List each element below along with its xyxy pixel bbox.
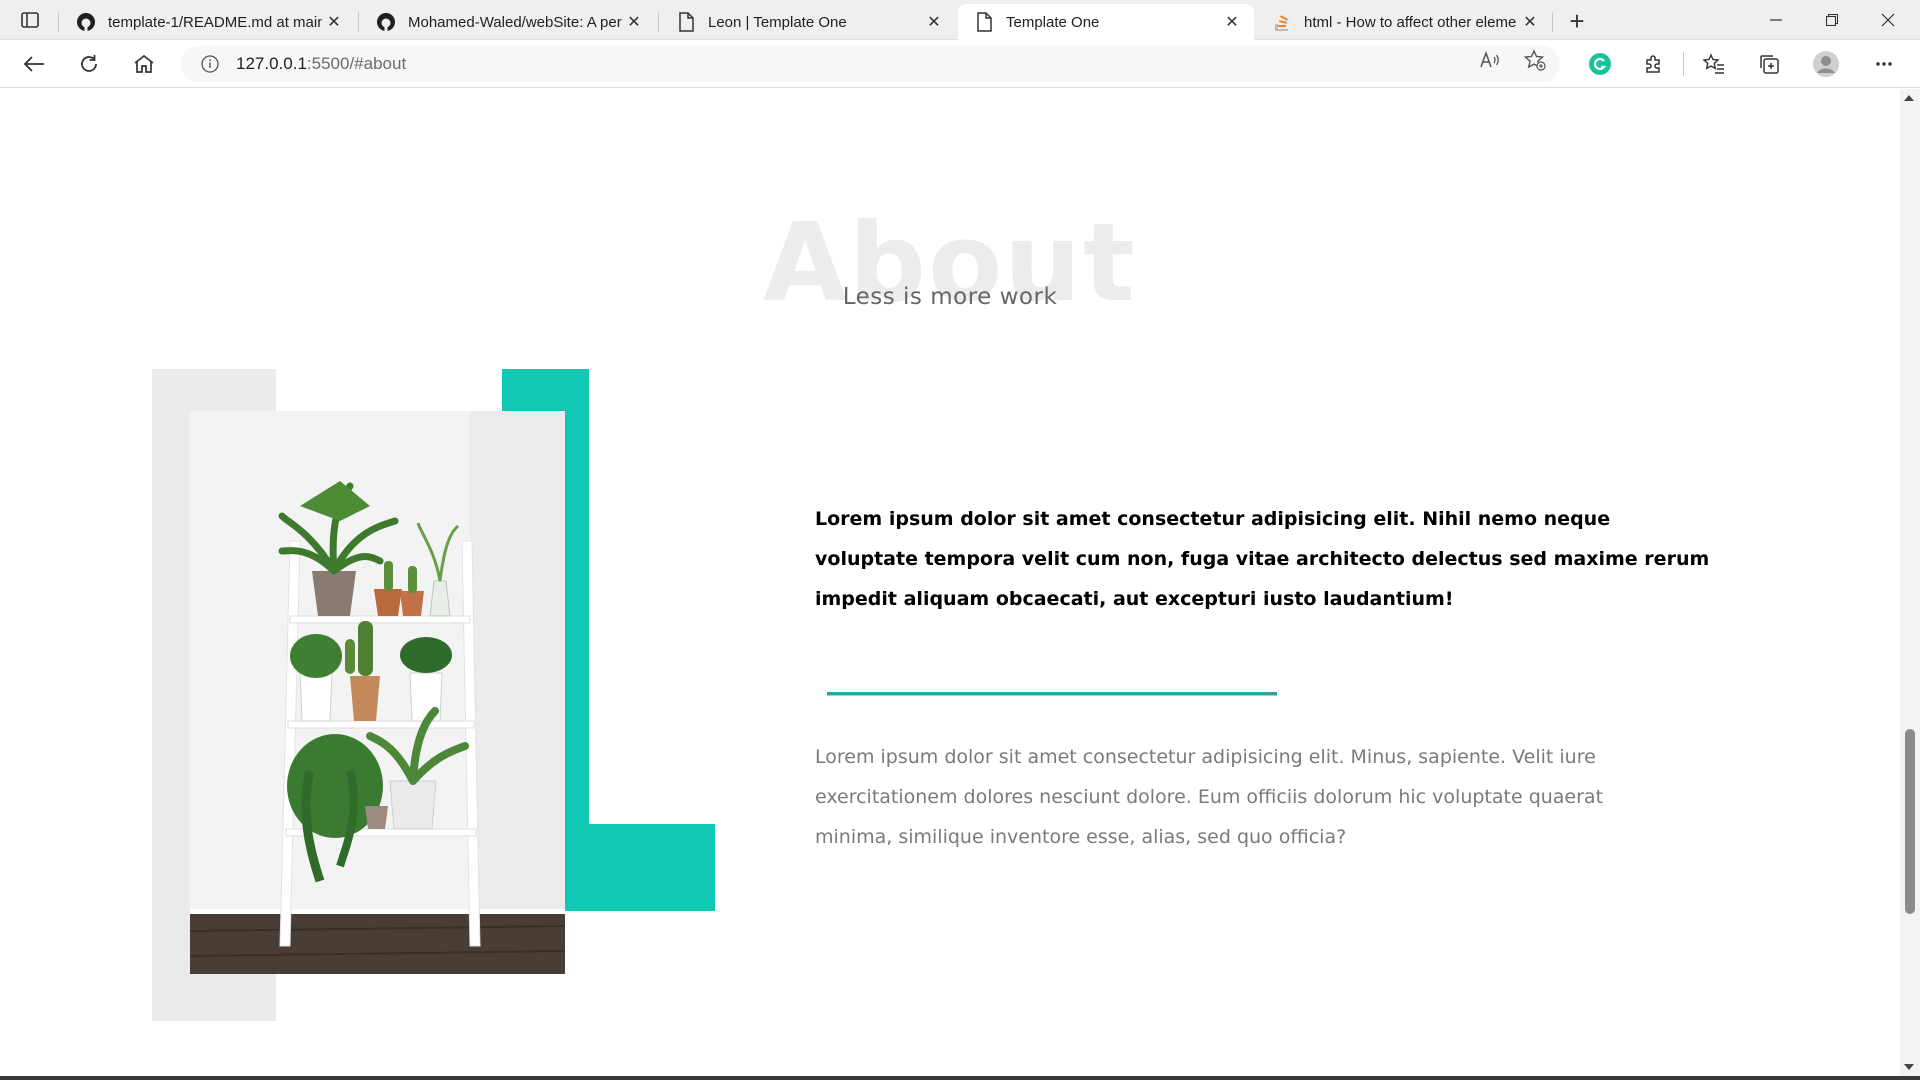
tab-stackoverflow[interactable]: html - How to affect other eleme ✕ bbox=[1256, 4, 1552, 40]
favorites-icon[interactable] bbox=[1700, 50, 1728, 78]
more-options-icon[interactable] bbox=[1870, 50, 1898, 78]
tab-separator bbox=[1552, 12, 1553, 32]
back-arrow-icon[interactable] bbox=[18, 48, 50, 80]
page-scrollbar[interactable] bbox=[1900, 89, 1920, 1076]
tab-separator bbox=[58, 12, 59, 32]
tab-readme[interactable]: template-1/README.md at main ✕ bbox=[60, 4, 356, 40]
read-aloud-icon[interactable] bbox=[1478, 48, 1502, 72]
close-icon[interactable]: ✕ bbox=[1518, 10, 1542, 34]
plants-ladder-image bbox=[190, 411, 565, 974]
home-icon[interactable] bbox=[128, 48, 160, 80]
site-info-icon[interactable] bbox=[200, 54, 220, 74]
tab-title: Mohamed-Waled/webSite: A per bbox=[408, 13, 622, 31]
url-host: 127.0.0.1 bbox=[236, 54, 307, 73]
github-icon bbox=[376, 12, 396, 32]
tab-website-repo[interactable]: Mohamed-Waled/webSite: A per ✕ bbox=[360, 4, 656, 40]
address-bar[interactable]: 127.0.0.1:5500/#about bbox=[180, 46, 1560, 82]
close-icon[interactable]: ✕ bbox=[322, 10, 346, 34]
tab-leon-template[interactable]: Leon | Template One ✕ bbox=[660, 4, 956, 40]
url-path: :5500/#about bbox=[306, 54, 407, 73]
scrollbar-thumb[interactable] bbox=[1905, 729, 1915, 914]
window-close-icon[interactable] bbox=[1860, 0, 1916, 40]
refresh-icon[interactable] bbox=[73, 48, 105, 80]
toolbar-separator bbox=[1683, 52, 1684, 76]
close-icon[interactable]: ✕ bbox=[622, 10, 646, 34]
scroll-up-arrow-icon[interactable] bbox=[1904, 95, 1914, 101]
restore-icon[interactable] bbox=[1804, 0, 1860, 40]
close-icon[interactable]: ✕ bbox=[922, 10, 946, 34]
collections-icon[interactable] bbox=[1755, 50, 1783, 78]
minimize-icon[interactable] bbox=[1748, 0, 1804, 40]
tab-title: Leon | Template One bbox=[708, 13, 847, 31]
tab-template-one[interactable]: Template One ✕ bbox=[958, 4, 1254, 40]
tab-separator bbox=[658, 12, 659, 32]
decorative-accent-block bbox=[565, 824, 715, 911]
tab-strip: template-1/README.md at main ✕ Mohamed-W… bbox=[0, 0, 1920, 40]
scroll-down-arrow-icon[interactable] bbox=[1904, 1064, 1914, 1070]
new-tab-button[interactable]: + bbox=[1562, 6, 1592, 36]
tab-separator bbox=[358, 12, 359, 32]
add-favorite-icon[interactable] bbox=[1523, 48, 1547, 72]
page-icon bbox=[974, 12, 994, 32]
tab-title: template-1/README.md at main bbox=[108, 13, 322, 31]
close-icon[interactable]: ✕ bbox=[1220, 10, 1244, 34]
stackoverflow-icon bbox=[1272, 12, 1292, 32]
tab-title: html - How to affect other eleme bbox=[1304, 13, 1517, 31]
extensions-icon[interactable] bbox=[1640, 50, 1668, 78]
section-divider bbox=[827, 692, 1277, 695]
page-viewport: About Less is more work Lorem ipsum dolo… bbox=[0, 89, 1900, 1076]
tab-actions-icon[interactable] bbox=[14, 8, 46, 32]
tab-title: Template One bbox=[1006, 13, 1100, 31]
page-icon bbox=[676, 12, 696, 32]
grammarly-icon[interactable] bbox=[1586, 50, 1614, 78]
about-lead-paragraph: Lorem ipsum dolor sit amet consectetur a… bbox=[815, 508, 1710, 610]
about-subheading: Less is more work bbox=[842, 284, 1058, 310]
window-bottom-edge bbox=[0, 1076, 1920, 1080]
browser-toolbar: 127.0.0.1:5500/#about bbox=[0, 40, 1920, 88]
github-icon bbox=[76, 12, 96, 32]
about-body-paragraph: Lorem ipsum dolor sit amet consectetur a… bbox=[815, 746, 1604, 848]
avatar[interactable] bbox=[1812, 50, 1840, 78]
